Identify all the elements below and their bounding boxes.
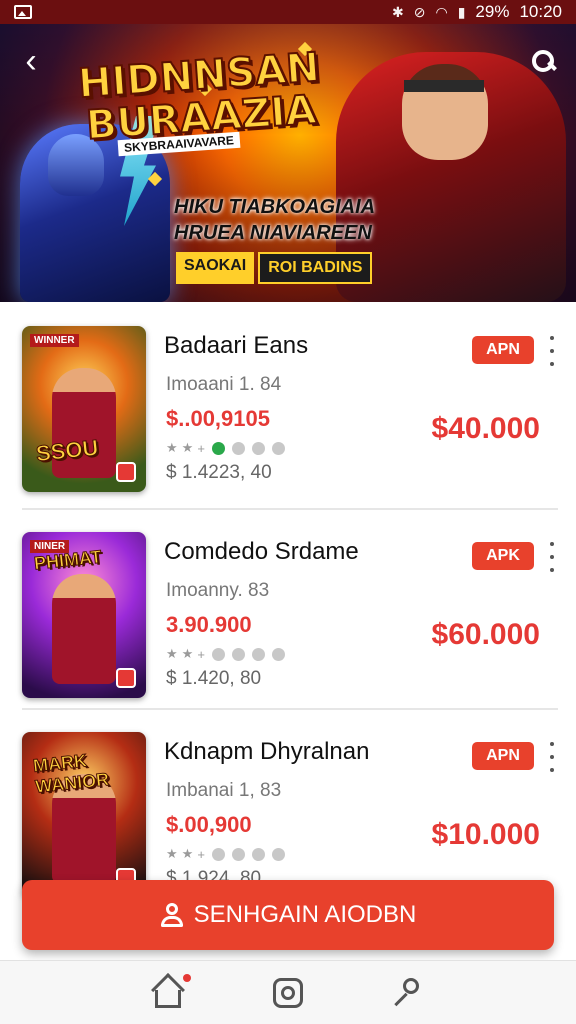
apk-badge[interactable]: APN xyxy=(472,742,534,770)
wifi-icon: ◠ xyxy=(435,3,448,20)
rating-dot xyxy=(231,441,245,455)
thumbnail-tag: WINNER xyxy=(30,334,79,347)
battery-percent: 29% xyxy=(475,2,510,21)
item-price-big: $10.000 xyxy=(431,818,540,851)
item-price-big: $60.000 xyxy=(431,618,540,651)
banner-chip-1[interactable]: SAOKAI xyxy=(176,252,255,284)
item-subtitle: Imbanai 1, 83 xyxy=(166,780,282,801)
red-hero-face xyxy=(402,64,488,160)
list-item[interactable]: MARK WANIOR Kdnapm Dhyralnan Imbanai 1, … xyxy=(0,708,576,908)
star-icon: + xyxy=(197,646,205,662)
banner-chip-2[interactable]: ROI BADINS xyxy=(258,252,373,284)
instagram-icon[interactable] xyxy=(271,976,305,1010)
rating-dot xyxy=(271,847,285,861)
rating-dot xyxy=(231,647,245,661)
thumbnail-figure xyxy=(52,574,116,684)
star-icon: ★ xyxy=(181,440,194,455)
game-list: WINNER SSOU Badaari Eans Imoaani 1. 84 $… xyxy=(0,302,576,908)
rating-dot xyxy=(211,647,225,661)
star-icon: ★ xyxy=(166,646,178,661)
star-icon: ★ xyxy=(166,846,178,861)
item-price-big: $40.000 xyxy=(431,412,540,445)
rating-dot xyxy=(251,847,265,861)
item-subtitle: Imoaani 1. 84 xyxy=(166,374,282,395)
clock: 10:20 xyxy=(519,2,562,21)
star-icon: + xyxy=(197,846,205,862)
apk-badge[interactable]: APN xyxy=(472,336,534,364)
item-rating: ★ ★ + xyxy=(166,846,285,862)
rating-dot xyxy=(271,441,285,455)
rating-dot xyxy=(211,441,225,455)
primary-action-button[interactable]: SENHGAIN AIODBN xyxy=(22,880,554,950)
banner-chips: SAOKAI ROI BADINS xyxy=(176,252,373,284)
item-price-red: 3.90.900 xyxy=(166,612,252,637)
back-arrow-icon[interactable]: ‹ xyxy=(14,44,48,80)
game-thumbnail[interactable]: MARK WANIOR xyxy=(22,732,146,898)
search-icon[interactable] xyxy=(530,48,558,76)
key-icon[interactable] xyxy=(391,976,425,1010)
bluetooth-icon: ✱ xyxy=(392,3,404,20)
rating-dot xyxy=(211,847,225,861)
list-item[interactable]: WINNER SSOU Badaari Eans Imoaani 1. 84 $… xyxy=(0,302,576,508)
game-thumbnail[interactable]: WINNER SSOU xyxy=(22,326,146,492)
thumbnail-badge xyxy=(116,668,136,688)
item-name[interactable]: Badaari Eans xyxy=(164,332,308,360)
signal-icon: ▮ xyxy=(457,3,466,20)
rating-dot xyxy=(251,647,265,661)
game-banner[interactable]: HIDNNSAN BURAAZIA SKYBRAAIVAVARE HIKU TI… xyxy=(0,24,576,302)
rating-dot xyxy=(251,441,265,455)
item-price-red: $.00,900 xyxy=(166,812,252,837)
item-price-grey: $ 1.420, 80 xyxy=(166,668,262,689)
item-price-grey: $ 1.4223, 40 xyxy=(166,462,272,483)
game-thumbnail[interactable]: NINER PHIMAT xyxy=(22,532,146,698)
item-subtitle: Imoanny. 83 xyxy=(166,580,270,601)
star-icon: ★ xyxy=(181,846,194,861)
banner-desc-line1: HIKU TIABKOAGIAIA xyxy=(174,196,376,218)
item-rating: ★ ★ + xyxy=(166,440,285,456)
bottom-navigation xyxy=(0,960,576,1024)
home-icon[interactable] xyxy=(151,973,191,1010)
status-right: ✱ ⊘ ◠ ▮ 29% 10:20 xyxy=(392,2,562,22)
more-options-icon[interactable] xyxy=(546,542,558,572)
item-price-red: $..00,9105 xyxy=(166,406,270,431)
notification-dot xyxy=(183,973,191,982)
rating-dot xyxy=(271,647,285,661)
rating-dot xyxy=(231,847,245,861)
app-screen: ✱ ⊘ ◠ ▮ 29% 10:20 HIDNNSAN BURAAZIA SKYB… xyxy=(0,0,576,1024)
item-name[interactable]: Comdedo Srdame xyxy=(164,538,359,566)
status-bar: ✱ ⊘ ◠ ▮ 29% 10:20 xyxy=(0,0,576,24)
user-icon xyxy=(160,903,184,927)
apk-badge[interactable]: APK xyxy=(472,542,534,570)
mute-icon: ⊘ xyxy=(413,3,426,20)
star-icon: ★ xyxy=(166,440,178,455)
list-item[interactable]: NINER PHIMAT Comdedo Srdame Imoanny. 83 … xyxy=(0,508,576,708)
red-hero-headband xyxy=(404,80,484,92)
thumbnail-title: MARK WANIOR xyxy=(32,750,111,797)
item-name[interactable]: Kdnapm Dhyralnan xyxy=(164,738,369,766)
star-icon: + xyxy=(197,440,205,456)
banner-desc-line2: HRUEA NIAVIAREEN xyxy=(174,222,372,244)
item-rating: ★ ★ + xyxy=(166,646,285,662)
star-icon: ★ xyxy=(181,646,194,661)
primary-action-label: SENHGAIN AIODBN xyxy=(193,901,417,928)
more-options-icon[interactable] xyxy=(546,336,558,366)
more-options-icon[interactable] xyxy=(546,742,558,772)
thumbnail-badge xyxy=(116,462,136,482)
image-icon xyxy=(14,5,32,19)
banner-description: HIKU TIABKOAGIAIA HRUEA NIAVIAREEN xyxy=(174,194,375,246)
